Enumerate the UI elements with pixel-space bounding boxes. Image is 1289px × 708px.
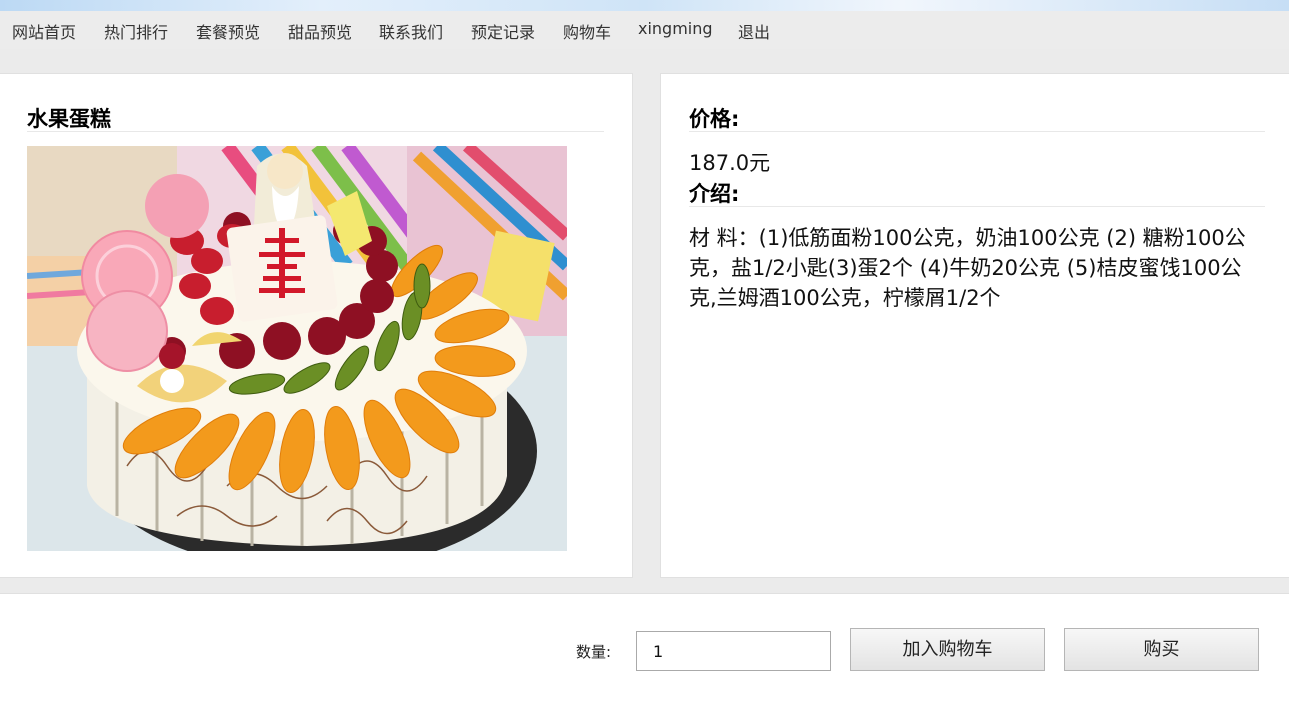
intro-divider	[689, 206, 1265, 207]
add-to-cart-button[interactable]: 加入购物车	[850, 628, 1045, 671]
product-description: 材 料：(1)低筋面粉100公克，奶油100公克 (2) 糖粉100公克，盐1/…	[689, 226, 1246, 310]
nav-item-reservations[interactable]: 预定记录	[471, 19, 535, 43]
nav-item-hot-ranking[interactable]: 热门排行	[104, 19, 168, 43]
intro-heading: 介绍:	[689, 182, 740, 206]
quantity-input[interactable]	[636, 631, 831, 671]
title-divider	[27, 131, 604, 132]
nav-item-contact[interactable]: 联系我们	[379, 19, 443, 43]
price-divider	[689, 131, 1265, 132]
nav-item-dessert-preview[interactable]: 甜品预览	[288, 19, 352, 43]
price-value: 187.0元	[689, 151, 771, 175]
main-nav: 网站首页 热门排行 套餐预览 甜品预览 联系我们 预定记录 购物车 xingmi…	[0, 11, 1289, 49]
nav-item-home[interactable]: 网站首页	[12, 19, 76, 43]
top-banner	[0, 0, 1289, 11]
price-heading: 价格:	[689, 107, 740, 131]
buy-button[interactable]: 购买	[1064, 628, 1259, 671]
nav-item-username[interactable]: xingming	[638, 19, 713, 38]
quantity-label: 数量:	[576, 643, 612, 661]
nav-item-logout[interactable]: 退出	[738, 19, 770, 43]
cake-photo-icon	[27, 146, 567, 551]
nav-item-set-preview[interactable]: 套餐预览	[196, 19, 260, 43]
nav-item-cart[interactable]: 购物车	[563, 19, 611, 43]
product-title: 水果蛋糕	[27, 107, 111, 131]
